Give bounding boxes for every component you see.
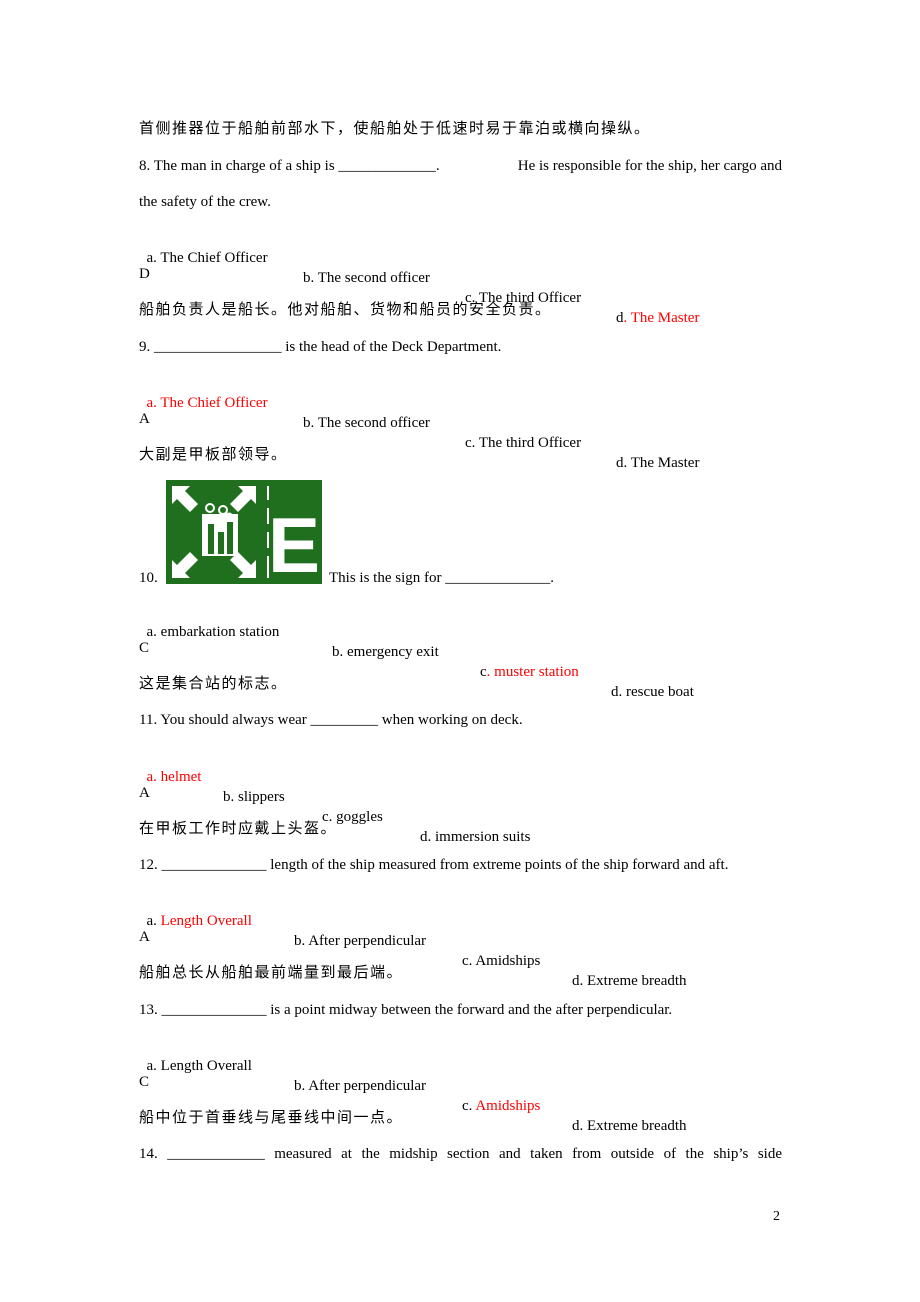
question-12-stem: 12. ______________ length of the ship me… [139, 857, 729, 873]
question-word: measured [274, 1146, 332, 1162]
option-c-correct: c. muster station [480, 664, 579, 680]
answer-q13: C [139, 1074, 150, 1090]
option-a: a. Length Overall [146, 1058, 252, 1074]
question-number: 12. [139, 857, 158, 873]
answer-q10: C [139, 640, 150, 656]
option-c: c. The third Officer [465, 435, 582, 451]
sign-letter: E [268, 501, 320, 584]
option-d: d. The Master [616, 455, 700, 471]
option-b: b. After perpendicular [294, 1078, 427, 1094]
question-10-stem: This is the sign for ______________. [329, 570, 554, 586]
question-stem-continuation: He is responsible for the ship, her carg… [517, 158, 782, 174]
question-word: side [757, 1146, 782, 1162]
question-word: outside [610, 1146, 655, 1162]
option-c: c. Amidships [462, 953, 541, 969]
option-b: b. After perpendicular [294, 933, 427, 949]
question-number: 11. [139, 712, 158, 728]
option-d: d. Extreme breadth [572, 973, 687, 989]
option-b: b. emergency exit [332, 644, 439, 660]
option-b: b. The second officer [303, 270, 430, 286]
question-word: the [361, 1146, 380, 1162]
option-d: d. rescue boat [611, 684, 694, 700]
explanation-q7: 首侧推器位于船舶前部水下，使船舶处于低速时易于靠泊或横向操纵。 [139, 121, 651, 137]
question-word: section [447, 1146, 490, 1162]
question-9-stem: 9. _________________ is the head of the … [139, 339, 502, 355]
answer-q12: A [139, 929, 150, 945]
question-number: 9. [139, 339, 151, 355]
question-word: the [685, 1146, 704, 1162]
explanation-q12: 船舶总长从船舶最前端量到最后端。 [139, 965, 404, 981]
explanation-q11: 在甲板工作时应戴上头盔。 [139, 821, 338, 837]
option-a: a. The Chief Officer [146, 250, 268, 266]
question-11-stem: 11. You should always wear _________ whe… [139, 712, 523, 728]
explanation-q13: 船中位于首垂线与尾垂线中间一点。 [139, 1110, 404, 1126]
answer-q11: A [139, 785, 150, 801]
question-word: taken [530, 1146, 563, 1162]
option-a-correct: a. helmet [146, 769, 202, 785]
question-word: of [663, 1146, 677, 1162]
option-a: a. embarkation station [146, 624, 280, 640]
question-word: _____________ [167, 1146, 265, 1162]
explanation-q9: 大副是甲板部领导。 [139, 447, 288, 463]
explanation-q10: 这是集合站的标志。 [139, 676, 288, 692]
question-word: midship [389, 1146, 438, 1162]
option-d-correct: d. The Master [616, 310, 700, 326]
question-number: 8. [139, 158, 151, 174]
option-a-correct: a. The Chief Officer [146, 395, 268, 411]
question-number: 14. [139, 1146, 158, 1162]
option-a-correct: a. Length Overall [146, 913, 252, 929]
answer-q9: A [139, 411, 150, 427]
option-b: b. The second officer [303, 415, 430, 431]
option-d: d. Extreme breadth [572, 1118, 687, 1134]
muster-station-sign-image: E [166, 480, 322, 589]
question-word: at [341, 1146, 352, 1162]
option-b: b. slippers [223, 789, 285, 805]
question-stem: The man in charge of a ship is _________… [150, 158, 440, 174]
question-10-number: 10. [139, 570, 158, 586]
question-word: and [499, 1146, 521, 1162]
page-number: 2 [773, 1209, 780, 1224]
question-8-stem-line2: the safety of the crew. [139, 194, 271, 210]
option-d: d. immersion suits [420, 829, 531, 845]
question-word: ship’s [713, 1146, 749, 1162]
option-c-correct: c. Amidships [462, 1098, 541, 1114]
question-13-stem: 13. ______________ is a point midway bet… [139, 1002, 673, 1018]
question-word: from [572, 1146, 602, 1162]
answer-q8: D [139, 266, 150, 282]
explanation-q8: 船舶负责人是船长。他对船舶、货物和船员的安全负责。 [139, 302, 552, 318]
question-number: 13. [139, 1002, 158, 1018]
question-8-stem-line1: 8. The man in charge of a ship is ______… [139, 156, 782, 176]
question-14-stem: 14. _____________ measured at the midship sec… [139, 1144, 782, 1164]
